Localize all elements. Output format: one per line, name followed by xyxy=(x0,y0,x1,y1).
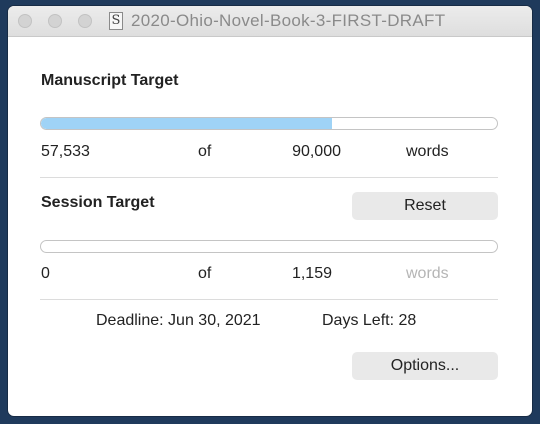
options-button[interactable]: Options... xyxy=(352,352,498,380)
close-button[interactable] xyxy=(18,14,32,28)
title-bar[interactable]: S 2020-Ohio-Novel-Book-3-FIRST-DRAFT xyxy=(8,6,532,37)
manuscript-progress-fill xyxy=(41,118,333,129)
minimize-button[interactable] xyxy=(48,14,62,28)
manuscript-current-count: 57,533 xyxy=(41,143,90,160)
manuscript-target-count: 90,000 xyxy=(292,143,341,160)
window-title: 2020-Ohio-Novel-Book-3-FIRST-DRAFT xyxy=(131,11,446,30)
section-divider xyxy=(40,177,498,178)
manuscript-of-label: of xyxy=(198,143,212,160)
session-current-count: 0 xyxy=(41,265,50,282)
days-left-label: Days Left: 28 xyxy=(322,312,417,329)
manuscript-unit-label: words xyxy=(406,143,449,160)
session-target-heading: Session Target xyxy=(41,194,155,211)
deadline-label: Deadline: Jun 30, 2021 xyxy=(96,312,261,329)
zoom-button[interactable] xyxy=(78,14,92,28)
section-divider xyxy=(40,299,498,300)
document-icon: S xyxy=(109,12,123,30)
session-of-label: of xyxy=(198,265,212,282)
session-progress-bar xyxy=(40,240,498,253)
session-target-count: 1,159 xyxy=(291,265,332,282)
session-unit-label: words xyxy=(406,265,449,282)
manuscript-target-heading: Manuscript Target xyxy=(41,72,179,89)
manuscript-progress-bar xyxy=(40,117,498,130)
reset-button[interactable]: Reset xyxy=(352,192,498,220)
project-targets-window: S 2020-Ohio-Novel-Book-3-FIRST-DRAFT Man… xyxy=(8,6,532,416)
